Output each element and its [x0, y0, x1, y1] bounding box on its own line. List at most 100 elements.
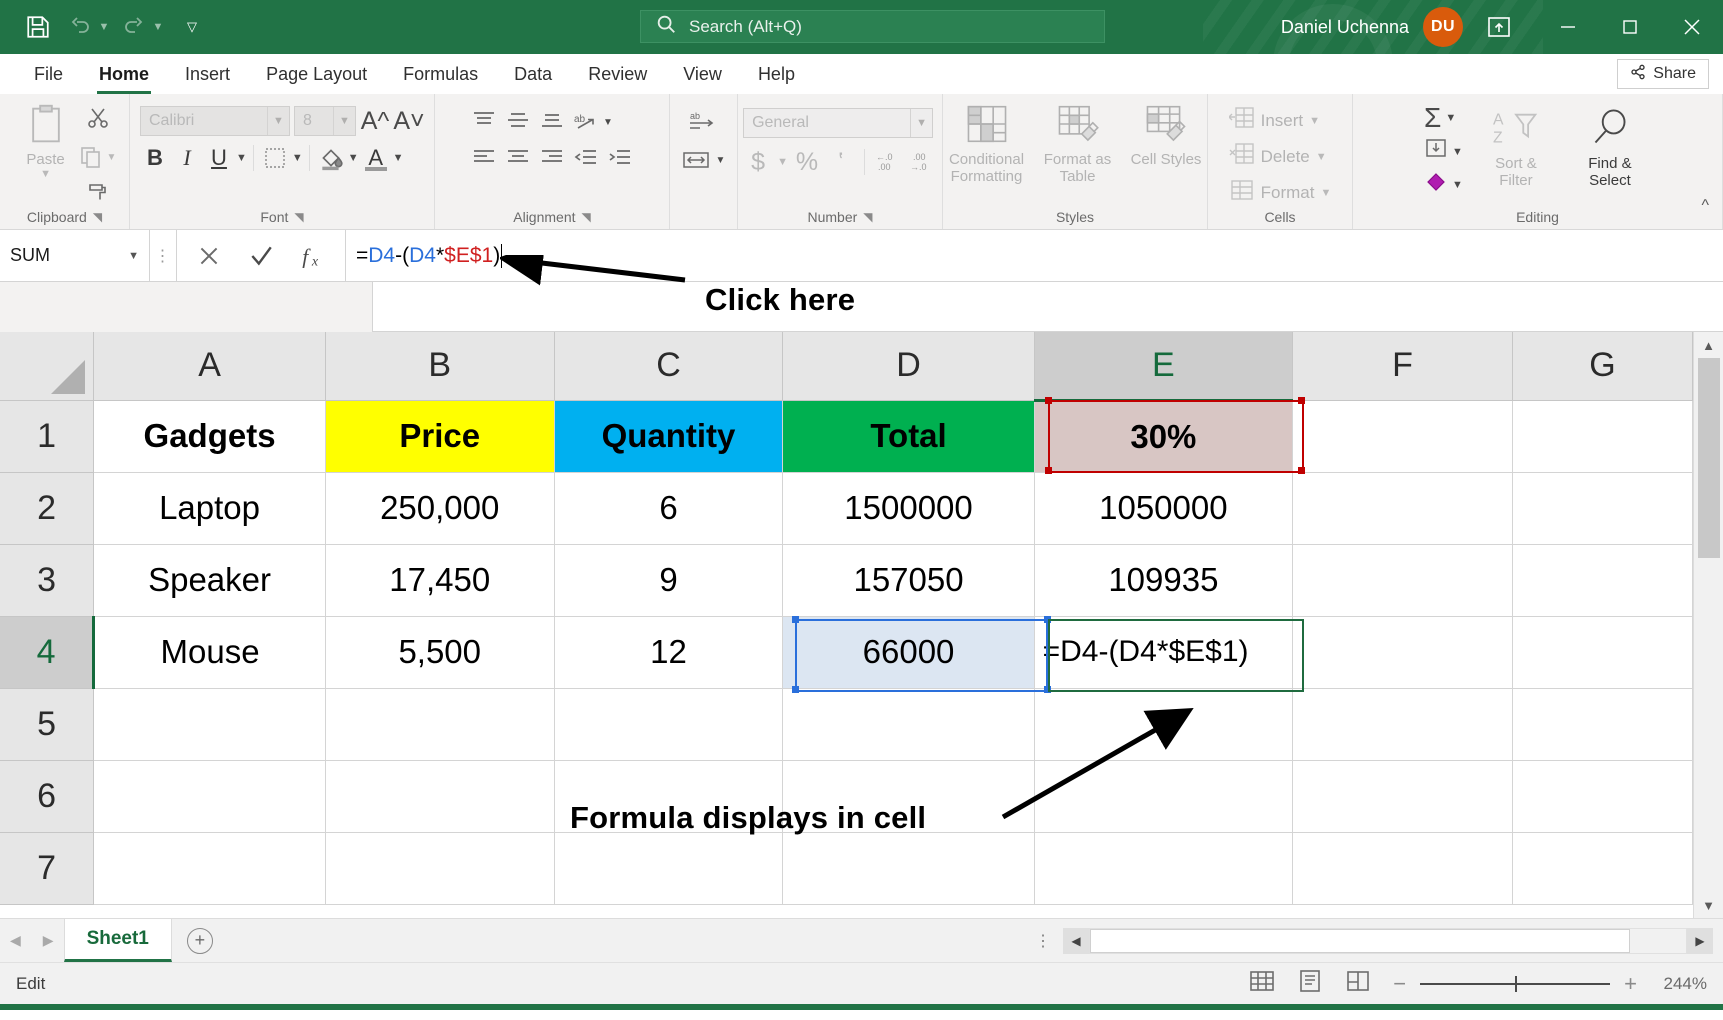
- sheet-tab-sheet1[interactable]: Sheet1: [64, 919, 172, 962]
- cell-f1[interactable]: [1293, 400, 1513, 472]
- scroll-left-icon[interactable]: ◀: [1063, 928, 1089, 954]
- search-input[interactable]: Search (Alt+Q): [689, 17, 802, 37]
- tab-review[interactable]: Review: [570, 54, 665, 94]
- cell-e6[interactable]: [1034, 760, 1293, 832]
- align-middle-icon[interactable]: [505, 110, 531, 135]
- cell-a4[interactable]: Mouse: [94, 616, 326, 688]
- add-sheet-button[interactable]: +: [172, 919, 228, 962]
- insert-function-icon[interactable]: f x: [287, 231, 339, 281]
- cell-g2[interactable]: [1512, 472, 1692, 544]
- cell-b5[interactable]: [325, 688, 554, 760]
- next-sheet-icon[interactable]: ▶: [43, 932, 54, 949]
- horizontal-scroll-track[interactable]: [1089, 928, 1687, 954]
- search-box[interactable]: Search (Alt+Q): [640, 10, 1105, 43]
- borders-icon[interactable]: [260, 144, 290, 172]
- zoom-in-button[interactable]: +: [1624, 971, 1637, 997]
- delete-cells-button[interactable]: Delete ▼: [1229, 142, 1327, 171]
- align-left-icon[interactable]: [471, 147, 497, 172]
- formula-bar-expanded-area[interactable]: ^: [0, 282, 1723, 332]
- avatar[interactable]: DU: [1423, 7, 1463, 47]
- align-right-icon[interactable]: [539, 147, 565, 172]
- column-header-d[interactable]: D: [783, 332, 1034, 400]
- cell-e4[interactable]: =D4-(D4*$E$1): [1034, 616, 1293, 688]
- customize-quick-access-icon[interactable]: ▽: [178, 19, 206, 35]
- zoom-slider[interactable]: [1420, 983, 1610, 985]
- alignment-dialog-launcher[interactable]: ◥: [582, 210, 591, 224]
- cell-e7[interactable]: [1034, 832, 1293, 904]
- enter-icon[interactable]: [235, 231, 287, 281]
- undo-icon[interactable]: [60, 7, 100, 47]
- format-dropdown-icon[interactable]: ▼: [1320, 187, 1331, 199]
- font-family-dropdown-icon[interactable]: ▼: [267, 107, 289, 135]
- collapse-ribbon-icon[interactable]: ^: [1701, 197, 1709, 215]
- insert-dropdown-icon[interactable]: ▼: [1309, 115, 1320, 127]
- comma-style-button[interactable]: ‛: [826, 148, 856, 176]
- cell-e5[interactable]: [1034, 688, 1293, 760]
- cell-d2[interactable]: 1500000: [783, 472, 1034, 544]
- cell-a5[interactable]: [94, 688, 326, 760]
- find-select-button[interactable]: Find & Select: [1569, 104, 1651, 190]
- number-format-dropdown-icon[interactable]: ▼: [910, 109, 932, 137]
- row-header-7[interactable]: 7: [0, 832, 94, 904]
- decrease-indent-icon[interactable]: [573, 147, 599, 172]
- underline-button[interactable]: U: [204, 144, 234, 172]
- save-icon[interactable]: [18, 7, 58, 47]
- cell-f7[interactable]: [1293, 832, 1513, 904]
- cell-d7[interactable]: [783, 832, 1034, 904]
- horizontal-scrollbar[interactable]: ◀ ▶: [1063, 919, 1723, 962]
- delete-dropdown-icon[interactable]: ▼: [1316, 151, 1327, 163]
- row-header-5[interactable]: 5: [0, 688, 94, 760]
- tab-home[interactable]: Home: [81, 54, 167, 94]
- name-box[interactable]: SUM ▼: [0, 230, 150, 281]
- font-size-select[interactable]: 8 ▼: [294, 106, 356, 136]
- cell-a1[interactable]: Gadgets: [94, 400, 326, 472]
- name-box-dropdown-icon[interactable]: ▼: [128, 250, 139, 262]
- cell-b7[interactable]: [325, 832, 554, 904]
- cell-b2[interactable]: 250,000: [325, 472, 554, 544]
- clear-dropdown-icon[interactable]: ▼: [1452, 179, 1463, 191]
- merge-dropdown-icon[interactable]: ▼: [716, 155, 726, 166]
- cell-g5[interactable]: [1512, 688, 1692, 760]
- wrap-text-icon[interactable]: ab: [689, 110, 719, 137]
- font-family-select[interactable]: Calibri ▼: [140, 106, 290, 136]
- decrease-decimal-icon[interactable]: .00→.0: [907, 148, 937, 176]
- format-painter-icon[interactable]: [86, 179, 110, 208]
- copy-icon[interactable]: ▼: [79, 145, 117, 169]
- cell-c5[interactable]: [554, 688, 783, 760]
- cell-f2[interactable]: [1293, 472, 1513, 544]
- close-icon[interactable]: [1661, 0, 1723, 54]
- maximize-icon[interactable]: [1599, 0, 1661, 54]
- conditional-formatting-button[interactable]: Conditional Formatting: [944, 104, 1029, 186]
- column-header-f[interactable]: F: [1293, 332, 1513, 400]
- vertical-scrollbar[interactable]: ▲ ▼: [1693, 332, 1723, 918]
- cell-g6[interactable]: [1512, 760, 1692, 832]
- formula-bar-grip[interactable]: ⋮: [150, 230, 176, 281]
- cell-a7[interactable]: [94, 832, 326, 904]
- clipboard-dialog-launcher[interactable]: ◥: [93, 210, 102, 224]
- increase-indent-icon[interactable]: [607, 147, 633, 172]
- borders-dropdown-icon[interactable]: ▼: [292, 152, 303, 164]
- share-button[interactable]: Share: [1617, 59, 1709, 89]
- fill-button[interactable]: ▼: [1424, 138, 1463, 165]
- previous-sheet-icon[interactable]: ◀: [10, 932, 21, 949]
- cell-d5[interactable]: [783, 688, 1034, 760]
- currency-button[interactable]: $: [743, 148, 773, 176]
- row-header-6[interactable]: 6: [0, 760, 94, 832]
- tab-file[interactable]: File: [16, 54, 81, 94]
- fill-color-icon[interactable]: [316, 144, 346, 172]
- column-header-b[interactable]: B: [325, 332, 554, 400]
- cell-c3[interactable]: 9: [554, 544, 783, 616]
- cell-d3[interactable]: 157050: [783, 544, 1034, 616]
- minimize-icon[interactable]: [1537, 0, 1599, 54]
- cell-c1[interactable]: Quantity: [554, 400, 783, 472]
- cell-c4[interactable]: 12: [554, 616, 783, 688]
- horizontal-scroll-thumb[interactable]: [1090, 929, 1630, 953]
- column-header-g[interactable]: G: [1512, 332, 1692, 400]
- column-header-a[interactable]: A: [94, 332, 326, 400]
- cell-c2[interactable]: 6: [554, 472, 783, 544]
- orientation-icon[interactable]: ab ▼: [573, 111, 613, 135]
- cell-g4[interactable]: [1512, 616, 1692, 688]
- redo-dropdown-icon[interactable]: ▼: [150, 21, 166, 33]
- sheet-tab-overflow-icon[interactable]: ⋮: [1035, 919, 1063, 962]
- align-bottom-icon[interactable]: [539, 110, 565, 135]
